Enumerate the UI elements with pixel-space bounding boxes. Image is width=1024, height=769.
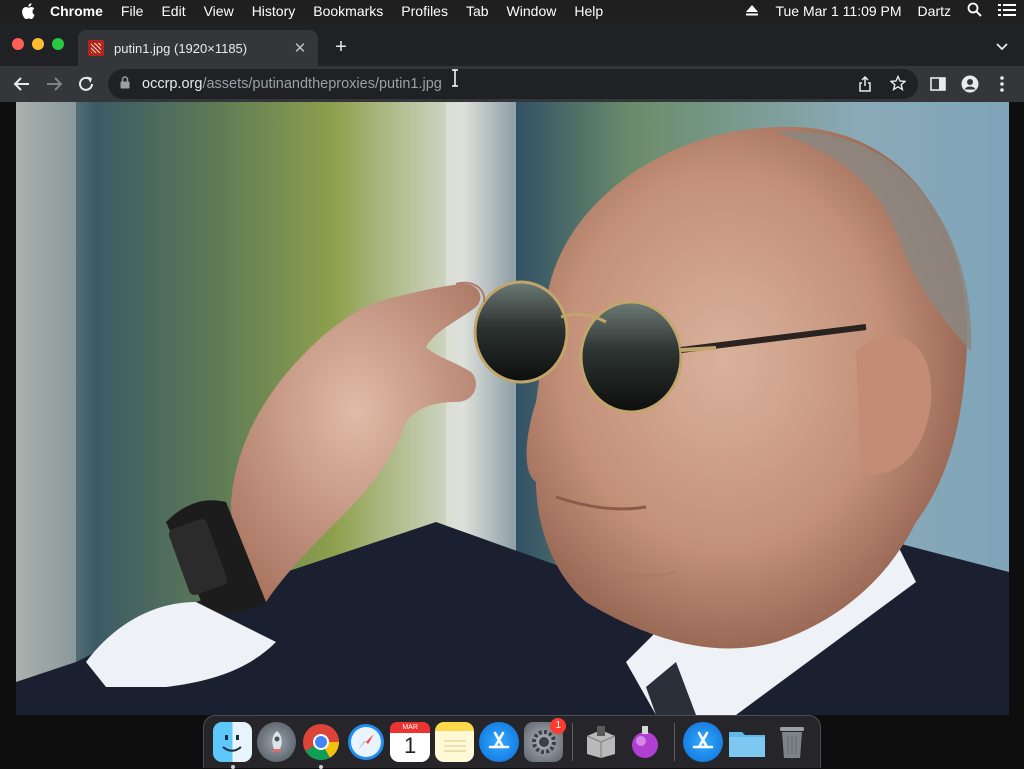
window-minimize-button[interactable] <box>32 38 44 50</box>
lock-icon[interactable] <box>120 75 130 93</box>
control-center-icon[interactable] <box>998 3 1016 20</box>
share-icon[interactable] <box>858 75 872 96</box>
kebab-menu-icon <box>1000 76 1004 92</box>
tab-close-icon[interactable]: ✕ <box>292 39 308 57</box>
displayed-image[interactable] <box>16 102 1009 715</box>
macos-dock: MAR 1 1 <box>203 715 821 769</box>
forward-button[interactable] <box>38 68 70 100</box>
eject-icon[interactable] <box>745 3 759 19</box>
menubar-user[interactable]: Dartz <box>918 3 951 19</box>
chrome-logo-icon <box>303 724 340 761</box>
menu-view[interactable]: View <box>195 0 243 22</box>
app-store-a-icon <box>488 731 510 749</box>
window-fullscreen-button[interactable] <box>52 38 64 50</box>
apple-menu-icon[interactable] <box>14 3 42 19</box>
running-indicator <box>319 765 324 769</box>
spotlight-search-icon[interactable] <box>967 2 982 20</box>
url-host: occrp.org <box>142 76 203 92</box>
tab-search-chevron-icon[interactable] <box>994 38 1010 54</box>
dock-finder[interactable] <box>212 722 252 769</box>
menubar-clock[interactable]: Tue Mar 1 11:09 PM <box>775 3 901 19</box>
dock-calendar[interactable]: MAR 1 <box>390 722 430 762</box>
chrome-toolbar: occrp.org/assets/putinandtheproxies/puti… <box>0 66 1024 102</box>
folder-icon <box>729 732 766 757</box>
menu-bookmarks[interactable]: Bookmarks <box>304 0 392 22</box>
window-controls <box>12 38 64 50</box>
dock-installer[interactable] <box>581 722 620 762</box>
rocket-icon <box>271 731 282 753</box>
dock-downloads-app-store[interactable] <box>683 722 723 762</box>
forward-arrow-icon <box>47 77 63 91</box>
finder-face-icon <box>222 735 242 752</box>
new-tab-button[interactable]: + <box>330 36 352 58</box>
tab-title: putin1.jpg (1920×1185) <box>114 40 248 56</box>
bookmark-star-icon[interactable] <box>889 74 907 95</box>
menu-tab[interactable]: Tab <box>457 0 498 22</box>
menu-help[interactable]: Help <box>565 0 612 22</box>
dock-trash[interactable] <box>772 722 811 762</box>
dock-notes[interactable] <box>434 722 475 762</box>
menu-file[interactable]: File <box>112 0 153 22</box>
dock-chrome[interactable] <box>301 722 340 769</box>
side-panel-icon <box>930 77 946 91</box>
back-button[interactable] <box>6 68 38 100</box>
profile-avatar-icon <box>961 75 979 93</box>
trash-icon <box>779 727 804 758</box>
dock-documents-folder[interactable] <box>728 722 767 762</box>
chrome-menu-button[interactable] <box>986 68 1018 100</box>
notes-lines-icon <box>443 740 466 752</box>
calendar-day: 1 <box>403 733 417 758</box>
dock-system-preferences[interactable]: 1 <box>523 718 567 762</box>
menu-app-name[interactable]: Chrome <box>42 0 112 22</box>
app-store-a-icon <box>692 731 714 749</box>
chrome-tab-strip: putin1.jpg (1920×1185) ✕ + <box>0 22 1024 66</box>
orb-app-icon <box>632 726 659 758</box>
dock-safari[interactable] <box>346 722 385 762</box>
reload-icon <box>79 76 93 91</box>
dock-launchpad[interactable] <box>256 722 297 762</box>
installer-box-icon <box>586 726 616 758</box>
macos-menu-bar: Chrome File Edit View History Bookmarks … <box>0 0 1024 22</box>
menu-edit[interactable]: Edit <box>152 0 194 22</box>
back-arrow-icon <box>13 77 29 91</box>
menu-window[interactable]: Window <box>498 0 566 22</box>
side-panel-button[interactable] <box>922 68 954 100</box>
dock-app-store[interactable] <box>479 722 519 762</box>
running-indicator <box>230 765 235 769</box>
dock-separator <box>673 723 675 761</box>
text-cursor-icon <box>450 69 460 87</box>
window-close-button[interactable] <box>12 38 24 50</box>
safari-compass-icon <box>347 724 384 760</box>
notification-badge: 1 <box>550 718 567 734</box>
url-path: /assets/putinandtheproxies/putin1.jpg <box>202 76 442 92</box>
occrp-favicon-icon <box>88 40 104 56</box>
browser-tab-active[interactable]: putin1.jpg (1920×1185) ✕ <box>78 30 318 66</box>
reload-button[interactable] <box>70 68 102 100</box>
menu-history[interactable]: History <box>243 0 305 22</box>
page-content <box>0 102 1024 768</box>
calendar-month: MAR <box>390 722 430 733</box>
dock-separator <box>571 723 573 761</box>
menu-profiles[interactable]: Profiles <box>392 0 457 22</box>
dock-creative-app[interactable] <box>626 722 665 762</box>
address-bar[interactable]: occrp.org/assets/putinandtheproxies/puti… <box>108 69 918 99</box>
profile-button[interactable] <box>954 68 986 100</box>
